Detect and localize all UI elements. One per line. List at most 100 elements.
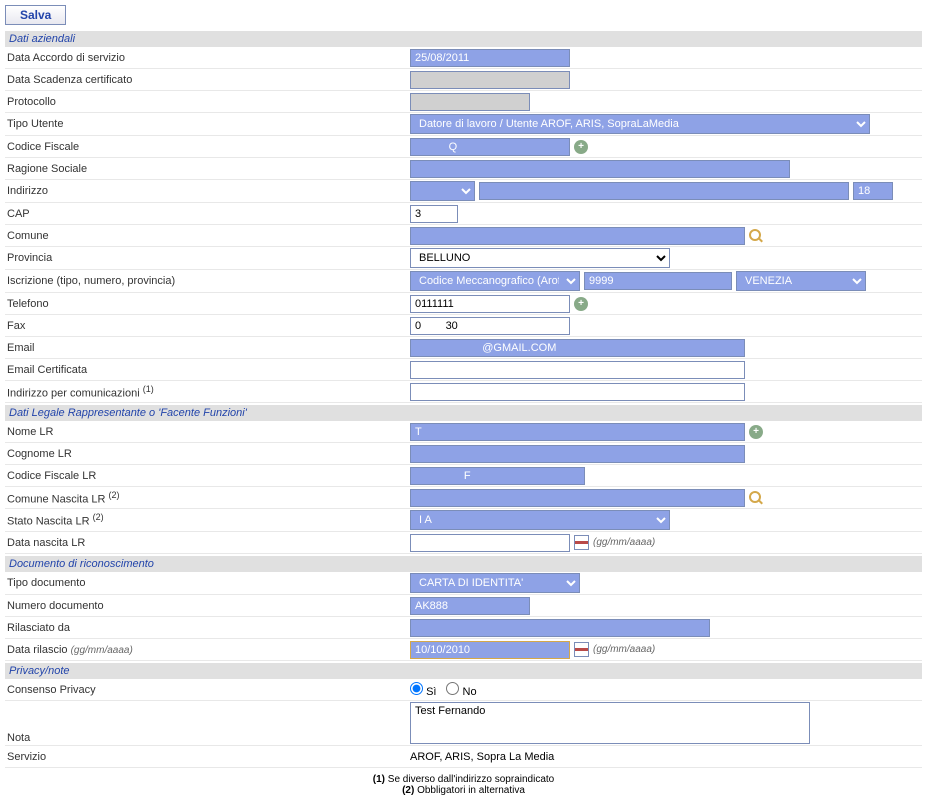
label-iscrizione: Iscrizione (tipo, numero, provincia) <box>5 275 410 287</box>
row-tipo-utente: Tipo Utente Datore di lavoro / Utente AR… <box>5 113 922 136</box>
row-iscrizione: Iscrizione (tipo, numero, provincia) Cod… <box>5 270 922 293</box>
row-consenso-privacy: Consenso Privacy Sì No <box>5 679 922 701</box>
footnotes: (1) Se diverso dall'indirizzo sopraindic… <box>5 774 922 796</box>
row-codice-fiscale: Codice Fiscale + <box>5 136 922 158</box>
input-data-rilascio[interactable] <box>410 641 570 659</box>
row-comune-nascita-lr: Comune Nascita LR (2) <box>5 487 922 509</box>
input-fax[interactable] <box>410 317 570 335</box>
row-indirizzo: Indirizzo <box>5 180 922 203</box>
row-rilasciato-da: Rilasciato da <box>5 617 922 639</box>
search-icon[interactable] <box>749 491 763 505</box>
input-protocollo <box>410 93 530 111</box>
label-data-accordo: Data Accordo di servizio <box>5 52 410 64</box>
label-nota: Nota <box>5 732 410 744</box>
textarea-nota[interactable] <box>410 702 810 744</box>
input-comune-nascita-lr[interactable] <box>410 489 745 507</box>
row-data-rilascio: Data rilascio (gg/mm/aaaa) (gg/mm/aaaa) <box>5 639 922 661</box>
label-telefono: Telefono <box>5 298 410 310</box>
add-icon[interactable]: + <box>749 425 763 439</box>
label-codice-fiscale: Codice Fiscale <box>5 141 410 153</box>
radio-si-label[interactable]: Sì <box>410 682 436 698</box>
input-email-cert[interactable] <box>410 361 745 379</box>
row-nota: Nota <box>5 701 922 746</box>
select-tipo-utente[interactable]: Datore di lavoro / Utente AROF, ARIS, So… <box>410 114 870 134</box>
input-cf-lr[interactable] <box>410 467 585 485</box>
select-indirizzo-tipo[interactable] <box>410 181 475 201</box>
row-nome-lr: Nome LR + <box>5 421 922 443</box>
row-cap: CAP <box>5 203 922 225</box>
input-email[interactable] <box>410 339 745 357</box>
radio-no-label[interactable]: No <box>446 682 476 698</box>
label-tipo-documento: Tipo documento <box>5 577 410 589</box>
select-provincia[interactable]: BELLUNO <box>410 248 670 268</box>
row-tipo-documento: Tipo documento CARTA DI IDENTITA' <box>5 572 922 595</box>
input-indirizzo-num[interactable] <box>853 182 893 200</box>
row-protocollo: Protocollo <box>5 91 922 113</box>
section-privacy: Privacy/note <box>5 663 922 679</box>
row-fax: Fax <box>5 315 922 337</box>
save-button[interactable]: Salva <box>5 5 66 25</box>
row-telefono: Telefono + <box>5 293 922 315</box>
row-cognome-lr: Cognome LR <box>5 443 922 465</box>
label-data-rilascio: Data rilascio (gg/mm/aaaa) <box>5 644 410 656</box>
input-nome-lr[interactable] <box>410 423 745 441</box>
input-data-accordo[interactable] <box>410 49 570 67</box>
label-tipo-utente: Tipo Utente <box>5 118 410 130</box>
input-cognome-lr[interactable] <box>410 445 745 463</box>
input-rilasciato-da[interactable] <box>410 619 710 637</box>
calendar-icon[interactable] <box>574 535 589 550</box>
input-indirizzo-via[interactable] <box>479 182 849 200</box>
text-servizio: AROF, ARIS, Sopra La Media <box>410 749 554 765</box>
date-hint: (gg/mm/aaaa) <box>593 644 655 655</box>
label-email-cert: Email Certificata <box>5 364 410 376</box>
input-data-scadenza <box>410 71 570 89</box>
row-comune: Comune <box>5 225 922 247</box>
row-stato-nascita-lr: Stato Nascita LR (2) I A <box>5 509 922 532</box>
label-indirizzo-com: Indirizzo per comunicazioni (1) <box>5 384 410 400</box>
add-icon[interactable]: + <box>574 140 588 154</box>
label-email: Email <box>5 342 410 354</box>
row-data-accordo: Data Accordo di servizio <box>5 47 922 69</box>
input-telefono[interactable] <box>410 295 570 313</box>
label-stato-nascita-lr: Stato Nascita LR (2) <box>5 512 410 528</box>
row-data-scadenza: Data Scadenza certificato <box>5 69 922 91</box>
label-cognome-lr: Cognome LR <box>5 448 410 460</box>
label-data-scadenza: Data Scadenza certificato <box>5 74 410 86</box>
input-iscrizione-num[interactable] <box>584 272 732 290</box>
input-codice-fiscale[interactable] <box>410 138 570 156</box>
input-numero-documento[interactable] <box>410 597 530 615</box>
search-icon[interactable] <box>749 229 763 243</box>
section-legale-rappresentante: Dati Legale Rappresentante o 'Facente Fu… <box>5 405 922 421</box>
input-ragione-sociale[interactable] <box>410 160 790 178</box>
calendar-icon[interactable] <box>574 642 589 657</box>
radio-no[interactable] <box>446 682 459 695</box>
label-fax: Fax <box>5 320 410 332</box>
add-icon[interactable]: + <box>574 297 588 311</box>
row-servizio: Servizio AROF, ARIS, Sopra La Media <box>5 746 922 768</box>
label-cap: CAP <box>5 208 410 220</box>
input-data-nascita-lr[interactable] <box>410 534 570 552</box>
select-tipo-documento[interactable]: CARTA DI IDENTITA' <box>410 573 580 593</box>
label-ragione-sociale: Ragione Sociale <box>5 163 410 175</box>
input-cap[interactable] <box>410 205 458 223</box>
input-comune[interactable] <box>410 227 745 245</box>
row-cf-lr: Codice Fiscale LR <box>5 465 922 487</box>
radio-si[interactable] <box>410 682 423 695</box>
label-comune: Comune <box>5 230 410 242</box>
select-stato-nascita-lr[interactable]: I A <box>410 510 670 530</box>
label-comune-nascita-lr: Comune Nascita LR (2) <box>5 490 410 506</box>
input-indirizzo-com[interactable] <box>410 383 745 401</box>
row-indirizzo-com: Indirizzo per comunicazioni (1) <box>5 381 922 403</box>
row-email: Email <box>5 337 922 359</box>
label-nome-lr: Nome LR <box>5 426 410 438</box>
row-email-cert: Email Certificata <box>5 359 922 381</box>
row-numero-documento: Numero documento <box>5 595 922 617</box>
row-ragione-sociale: Ragione Sociale <box>5 158 922 180</box>
label-servizio: Servizio <box>5 751 410 763</box>
section-documento: Documento di riconoscimento <box>5 556 922 572</box>
section-dati-aziendali: Dati aziendali <box>5 31 922 47</box>
label-numero-documento: Numero documento <box>5 600 410 612</box>
row-data-nascita-lr: Data nascita LR (gg/mm/aaaa) <box>5 532 922 554</box>
select-iscrizione-prov[interactable]: VENEZIA <box>736 271 866 291</box>
select-iscrizione-tipo[interactable]: Codice Meccanografico (Arof/Ar <box>410 271 580 291</box>
